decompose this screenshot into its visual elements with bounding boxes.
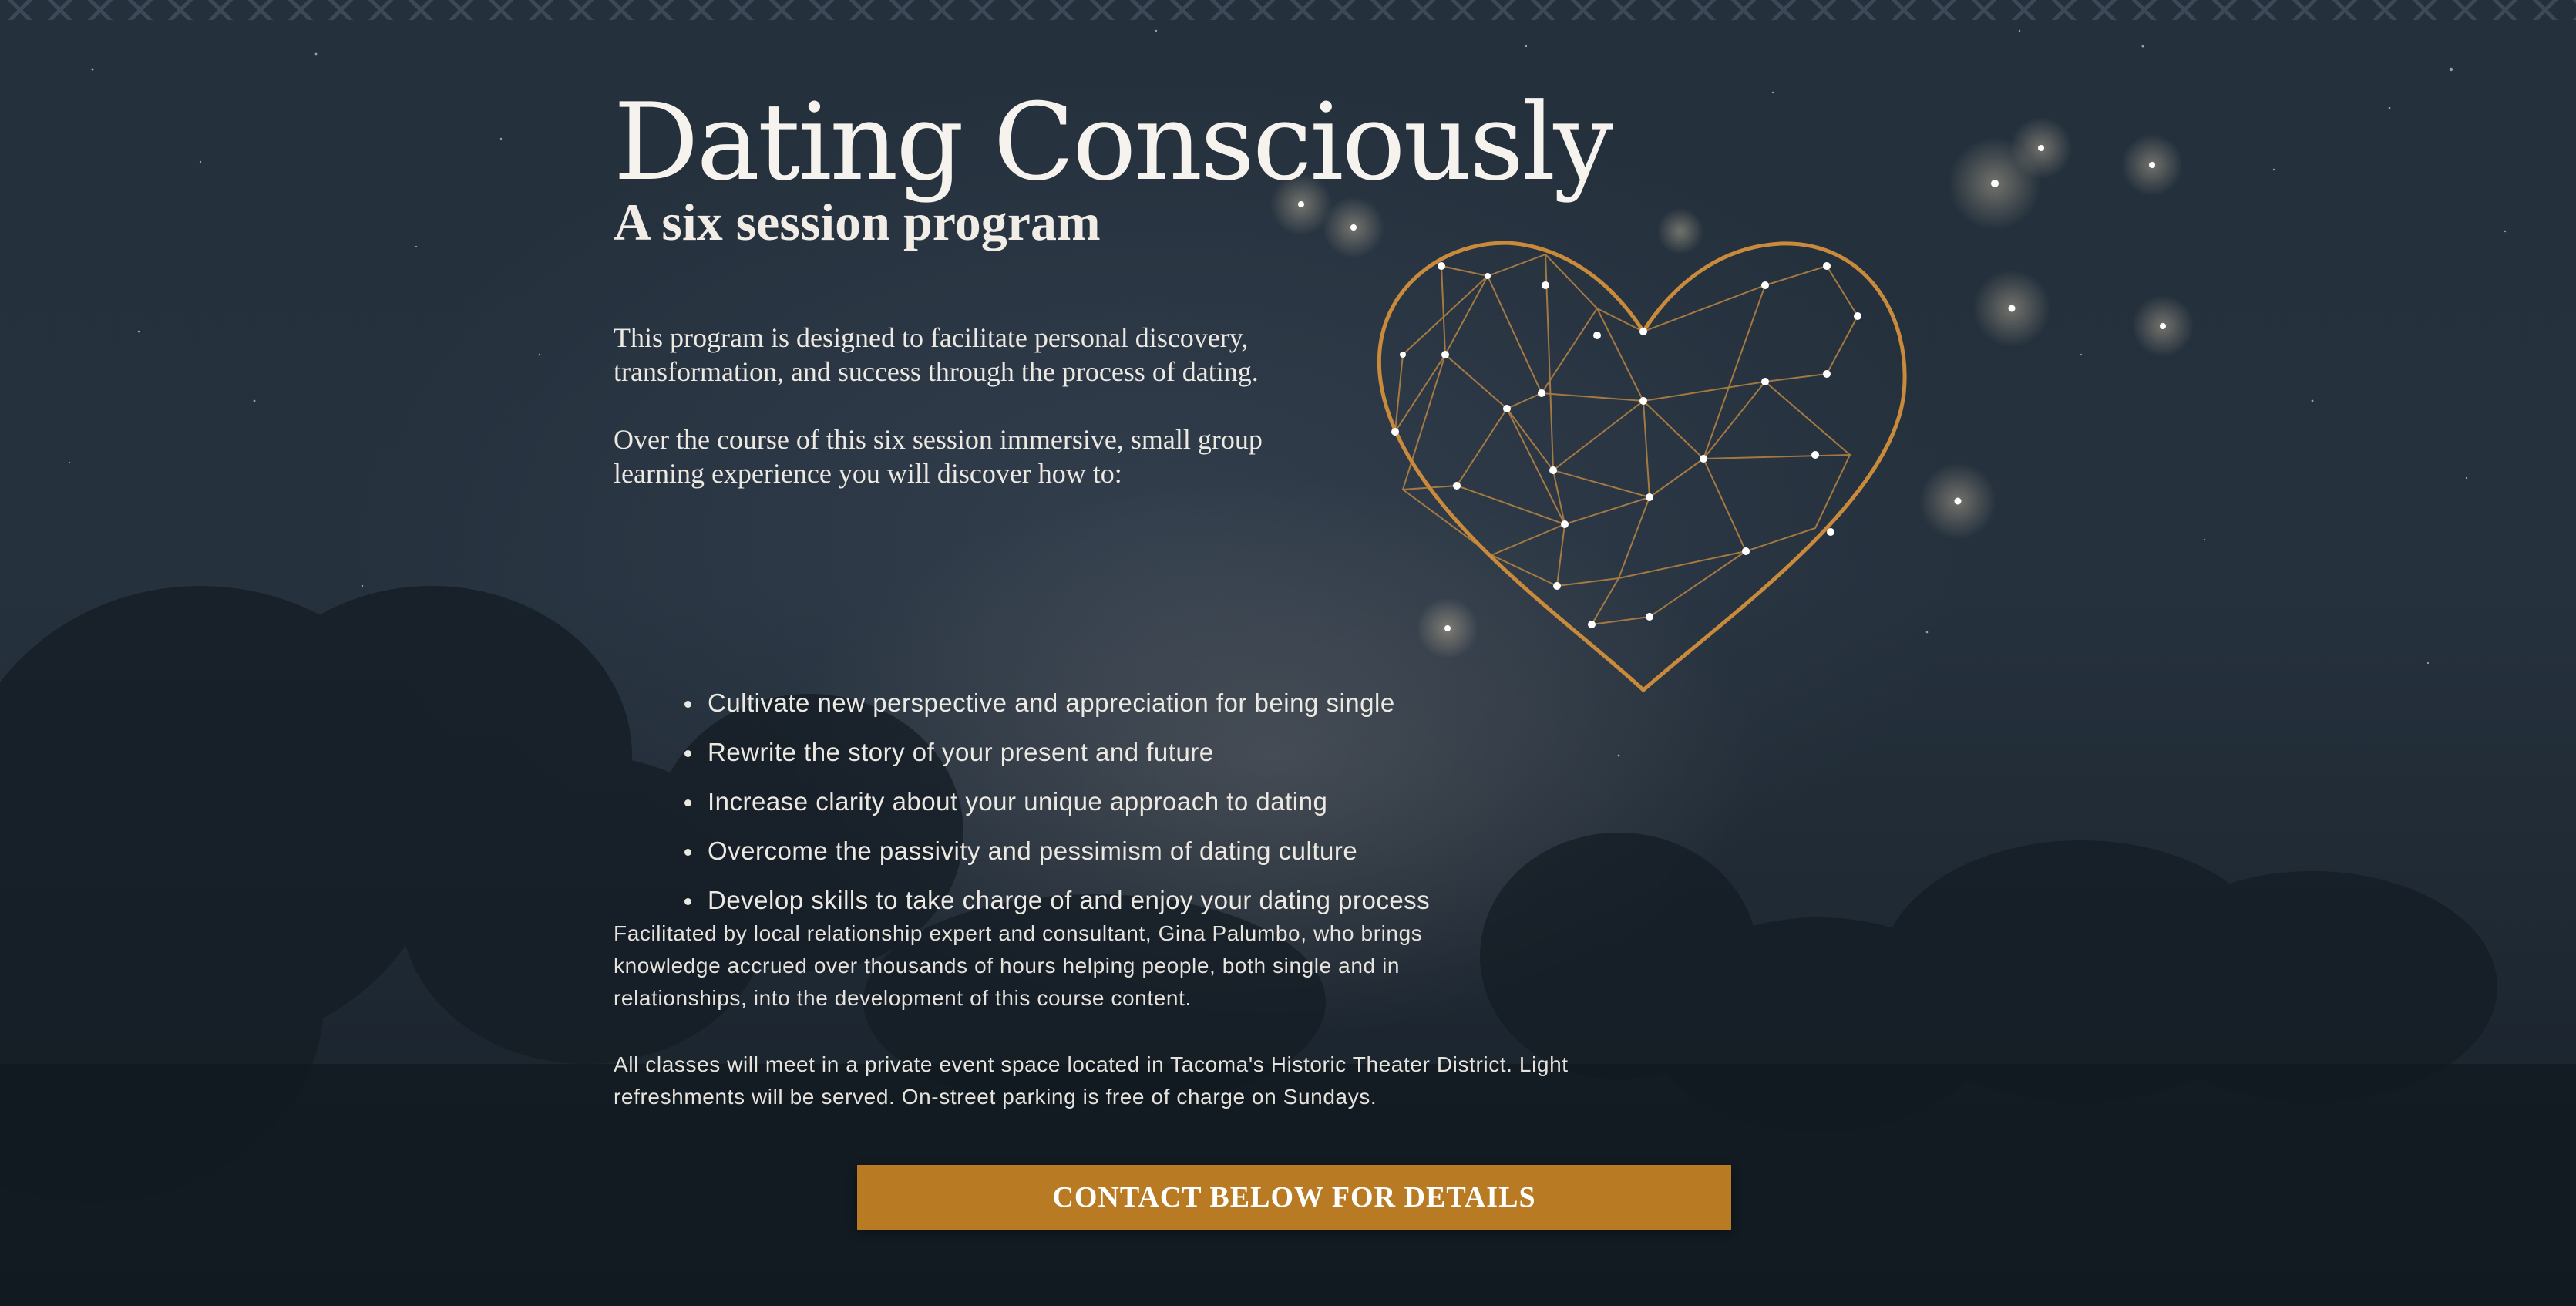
page-title: Dating Consciously <box>614 80 1613 204</box>
contact-details-button[interactable]: CONTACT BELOW FOR DETAILS <box>857 1165 1731 1230</box>
list-item: Increase clarity about your unique appro… <box>684 777 1430 826</box>
program-content: Dating Consciously A six session program… <box>614 80 1616 1109</box>
intro-paragraph: Over the course of this six session imme… <box>614 424 1263 489</box>
location-paragraph: All classes will meet in a private event… <box>614 1052 1569 1109</box>
list-item: Rewrite the story of your present and fu… <box>684 728 1430 777</box>
benefits-list: Cultivate new perspective and appreciati… <box>614 678 1430 925</box>
list-item: Overcome the passivity and pessimism of … <box>684 826 1430 876</box>
list-item: Cultivate new perspective and appreciati… <box>684 678 1430 728</box>
heart-outline <box>1377 241 1907 693</box>
intro-paragraph: This program is designed to facilitate p… <box>614 322 1259 387</box>
facilitator-paragraph: Facilitated by local relationship expert… <box>614 921 1423 1010</box>
constellation-heart-icon <box>1372 231 1927 694</box>
